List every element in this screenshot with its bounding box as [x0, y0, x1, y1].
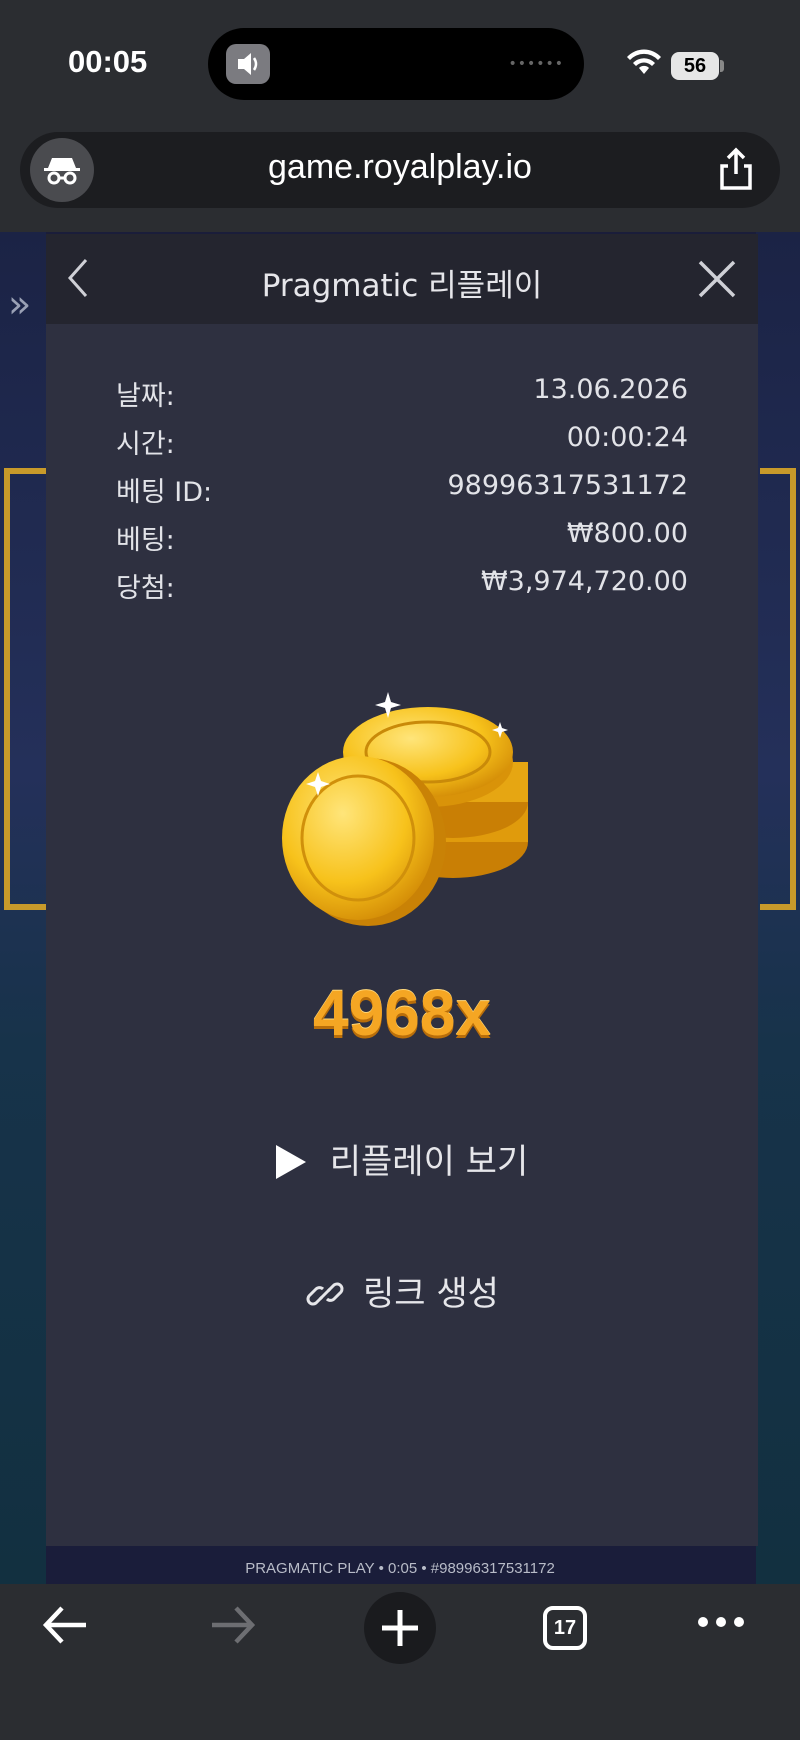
battery-icon: 56 — [671, 52, 719, 80]
reel-frame-right — [760, 468, 796, 910]
more-icon[interactable] — [696, 1612, 746, 1636]
plus-icon — [382, 1610, 418, 1646]
modal-title: Pragmatic 리플레이 — [261, 268, 543, 304]
replay-modal: Pragmatic 리플레이 날짜: 13.06.2026 시간: 00:00:… — [46, 234, 758, 1546]
detail-row-time: 시간: 00:00:24 — [116, 422, 688, 470]
forward-arrow-icon[interactable] — [208, 1598, 258, 1656]
detail-value: ₩3,974,720.00 — [480, 566, 688, 597]
island-dots: •••••• — [508, 56, 564, 72]
detail-label: 베팅 ID: — [116, 477, 213, 508]
detail-row-bet-id: 베팅 ID: 98996317531172 — [116, 470, 688, 518]
status-bar: 00:05 •••••• 56 — [0, 0, 800, 125]
dynamic-island: •••••• — [208, 28, 584, 100]
back-arrow-icon[interactable] — [40, 1598, 90, 1656]
expand-chevron-icon[interactable]: » — [8, 282, 31, 326]
create-link-label: 링크 생성 — [363, 1274, 499, 1314]
detail-label: 날짜: — [116, 381, 175, 412]
address-bar[interactable]: game.royalplay.io — [20, 132, 780, 208]
detail-value: 00:00:24 — [566, 422, 688, 453]
coins-icon — [268, 682, 538, 946]
modal-header: Pragmatic 리플레이 — [46, 234, 758, 324]
detail-label: 시간: — [116, 429, 175, 460]
tabs-icon[interactable]: 17 — [543, 1606, 587, 1650]
status-time: 00:05 — [68, 44, 148, 79]
detail-row-win: 당첨: ₩3,974,720.00 — [116, 566, 688, 614]
create-link-button[interactable]: 링크 생성 — [46, 1266, 758, 1322]
bet-details: 날짜: 13.06.2026 시간: 00:00:24 베팅 ID: 98996… — [116, 374, 688, 614]
detail-value: 13.06.2026 — [533, 374, 688, 405]
detail-label: 베팅: — [116, 525, 175, 556]
close-icon[interactable] — [694, 256, 740, 302]
detail-row-date: 날짜: 13.06.2026 — [116, 374, 688, 422]
watch-replay-button[interactable]: 리플레이 보기 — [46, 1134, 758, 1190]
new-tab-button[interactable] — [364, 1592, 436, 1664]
battery-tip — [720, 60, 724, 72]
detail-value: 98996317531172 — [447, 470, 689, 501]
reel-frame-left — [4, 468, 46, 910]
wifi-icon — [626, 48, 662, 80]
play-icon — [275, 1144, 306, 1179]
link-icon — [306, 1282, 344, 1305]
detail-label: 당첨: — [116, 573, 175, 604]
win-multiplier: 4968x — [313, 977, 491, 1049]
browser-toolbar: 17 — [0, 1584, 800, 1740]
url-text[interactable]: game.royalplay.io — [20, 148, 780, 187]
game-footer-info: PRAGMATIC PLAY • 0:05 • #98996317531172 — [245, 1560, 555, 1577]
speaker-icon — [226, 44, 270, 84]
share-icon[interactable] — [716, 146, 756, 196]
watch-replay-label: 리플레이 보기 — [329, 1142, 529, 1182]
detail-row-bet: 베팅: ₩800.00 — [116, 518, 688, 566]
detail-value: ₩800.00 — [566, 518, 688, 549]
